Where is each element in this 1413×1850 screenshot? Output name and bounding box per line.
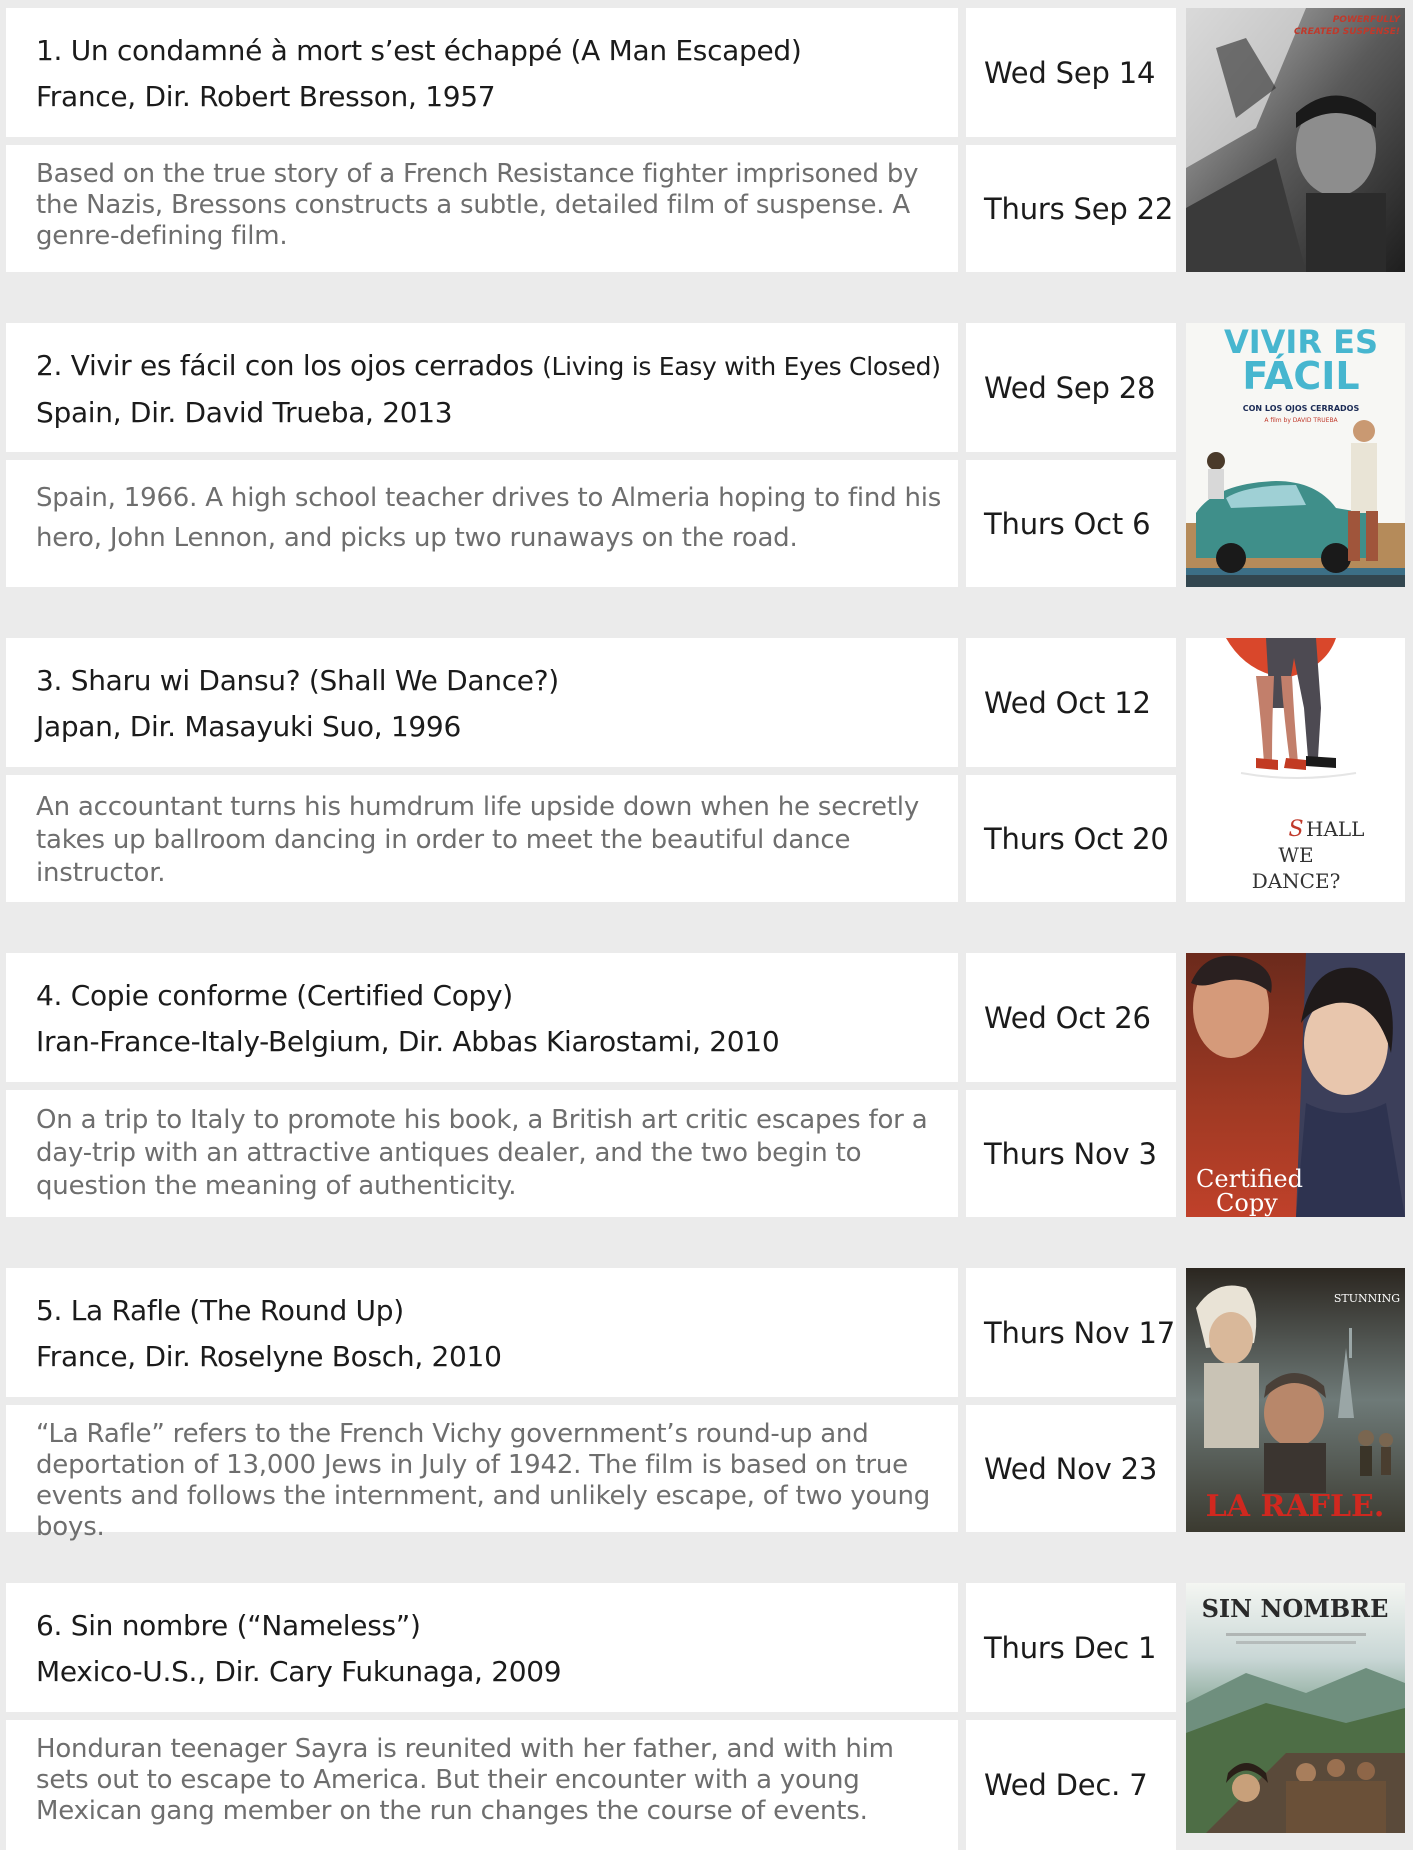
poster-image: Certified Copy: [1186, 953, 1405, 1217]
film-description: Honduran teenager Sayra is reunited with…: [36, 1734, 894, 1826]
film-schedule: 1. Un condamné à mort s’est échappé (A M…: [0, 0, 1413, 1850]
poster-image: S HALL WE DANCE?: [1186, 638, 1405, 902]
film-description: “La Rafle” refers to the French Vichy go…: [36, 1419, 931, 1542]
film-entry-2: 2. Vivir es fácil con los ojos cerrados …: [0, 323, 1413, 587]
film-title-text: 6. Sin nombre (“Nameless”): [36, 1609, 421, 1642]
screening-date-2: Wed Dec. 7: [966, 1720, 1176, 1850]
screening-date-2: Thurs Oct 6: [966, 460, 1176, 587]
film-title-box: 2. Vivir es fácil con los ojos cerrados …: [6, 323, 958, 452]
screening-date-2: Thurs Nov 3: [966, 1090, 1176, 1217]
film-title: 4. Copie conforme (Certified Copy): [36, 973, 936, 1019]
film-meta: France, Dir. Roselyne Bosch, 2010: [36, 1340, 502, 1373]
screening-date-text: Thurs Oct 20: [984, 821, 1169, 856]
screening-date-text: Thurs Nov 3: [984, 1136, 1157, 1171]
poster-lettering: LA RAFLE.: [1206, 1489, 1385, 1524]
poster-shall-we-dance: S HALL WE DANCE?: [1186, 638, 1405, 902]
film-title: 5. La Rafle (The Round Up): [36, 1288, 936, 1334]
film-entry-5: 5. La Rafle (The Round Up) France, Dir. …: [0, 1268, 1413, 1542]
poster-certified-copy: Certified Copy: [1186, 953, 1405, 1217]
poster-a-man-escaped: POWERFULLY CREATED SUSPENSE!: [1186, 8, 1405, 272]
screening-date-text: Wed Oct 26: [984, 1000, 1151, 1035]
screening-date-1: Wed Sep 28: [966, 323, 1176, 452]
film-entry-4: 4. Copie conforme (Certified Copy) Iran-…: [0, 953, 1413, 1217]
poster-lettering: WE: [1278, 843, 1313, 867]
screening-date-1: Wed Oct 26: [966, 953, 1176, 1082]
screening-date-text: Thurs Sep 22: [984, 191, 1174, 226]
screening-date-text: Wed Sep 28: [984, 370, 1156, 405]
film-description-box: An accountant turns his humdrum life ups…: [6, 775, 958, 902]
film-title-english: (Living is Easy with Eyes Closed): [542, 352, 941, 381]
film-description-box: On a trip to Italy to promote his book, …: [6, 1090, 958, 1217]
film-title-box: 4. Copie conforme (Certified Copy) Iran-…: [6, 953, 958, 1082]
film-title-text: 5. La Rafle (The Round Up): [36, 1294, 404, 1327]
poster-lettering: Copy: [1216, 1189, 1278, 1217]
film-meta: Mexico-U.S., Dir. Cary Fukunaga, 2009: [36, 1655, 562, 1688]
screening-date-text: Wed Dec. 7: [984, 1768, 1148, 1802]
poster-sin-nombre: SIN NOMBRE: [1186, 1583, 1405, 1833]
screening-date-text: Wed Sep 14: [984, 55, 1156, 90]
screening-date-1: Wed Oct 12: [966, 638, 1176, 767]
poster-lettering: S: [1288, 817, 1303, 842]
poster-image: POWERFULLY CREATED SUSPENSE!: [1186, 8, 1405, 272]
screening-date-text: Thurs Dec 1: [984, 1630, 1157, 1665]
film-title-text: 1. Un condamné à mort s’est échappé (A M…: [36, 34, 802, 67]
film-description-box: Honduran teenager Sayra is reunited with…: [6, 1720, 958, 1850]
film-title: 3. Sharu wi Dansu? (Shall We Dance?): [36, 658, 936, 704]
film-entry-6: 6. Sin nombre (“Nameless”) Mexico-U.S., …: [0, 1583, 1413, 1850]
screening-date-1: Thurs Dec 1: [966, 1583, 1176, 1712]
film-description-box: “La Rafle” refers to the French Vichy go…: [6, 1405, 958, 1542]
film-meta: France, Dir. Robert Bresson, 1957: [36, 80, 496, 113]
film-title-text: 3. Sharu wi Dansu? (Shall We Dance?): [36, 664, 559, 697]
poster-image: VIVIR ES FÁCIL CON LOS OJOS CERRADOS A f…: [1186, 323, 1405, 587]
film-title-box: 5. La Rafle (The Round Up) France, Dir. …: [6, 1268, 958, 1397]
film-entry-3: 3. Sharu wi Dansu? (Shall We Dance?) Jap…: [0, 638, 1413, 902]
film-title-text: 4. Copie conforme (Certified Copy): [36, 979, 513, 1012]
film-title: 2. Vivir es fácil con los ojos cerrados …: [36, 343, 941, 390]
poster-vivir-es-facil: VIVIR ES FÁCIL CON LOS OJOS CERRADOS A f…: [1186, 323, 1405, 587]
film-title: 6. Sin nombre (“Nameless”): [36, 1603, 936, 1649]
poster-lettering: HALL: [1306, 817, 1364, 841]
screening-date-text: Wed Nov 23: [984, 1451, 1158, 1486]
poster-lettering: DANCE?: [1252, 869, 1341, 893]
screening-date-text: Wed Oct 12: [984, 685, 1151, 720]
film-description: Based on the true story of a French Resi…: [36, 159, 919, 251]
film-description-box: Based on the true story of a French Resi…: [6, 145, 958, 272]
film-title-box: 3. Sharu wi Dansu? (Shall We Dance?) Jap…: [6, 638, 958, 767]
screening-date-1: Thurs Nov 17: [966, 1268, 1176, 1397]
poster-image: SIN NOMBRE: [1186, 1583, 1405, 1833]
poster-lettering: STUNNING: [1334, 1292, 1400, 1305]
film-title-text: 2. Vivir es fácil con los ojos cerrados: [36, 349, 534, 382]
screening-date-2: Thurs Oct 20: [966, 775, 1176, 902]
film-description: An accountant turns his humdrum life ups…: [36, 792, 920, 888]
film-meta: Iran-France-Italy-Belgium, Dir. Abbas Ki…: [36, 1025, 780, 1058]
screening-date-2: Wed Nov 23: [966, 1405, 1176, 1532]
film-meta: Japan, Dir. Masayuki Suo, 1996: [36, 710, 461, 743]
film-description: On a trip to Italy to promote his book, …: [36, 1105, 928, 1201]
film-entry-1: 1. Un condamné à mort s’est échappé (A M…: [0, 8, 1413, 272]
film-description: Spain, 1966. A high school teacher drive…: [36, 483, 942, 553]
poster-lettering: POWERFULLY: [1333, 15, 1402, 25]
poster-image: STUNNING LA RAFLE.: [1186, 1268, 1405, 1532]
poster-lettering: CON LOS OJOS CERRADOS: [1243, 404, 1360, 413]
poster-lettering: FÁCIL: [1242, 354, 1359, 398]
screening-date-1: Wed Sep 14: [966, 8, 1176, 137]
screening-date-text: Thurs Oct 6: [984, 506, 1151, 541]
film-meta: Spain, Dir. David Trueba, 2013: [36, 396, 453, 429]
poster-lettering: SIN NOMBRE: [1202, 1594, 1389, 1623]
screening-date-text: Thurs Nov 17: [984, 1315, 1176, 1350]
poster-la-rafle: STUNNING LA RAFLE.: [1186, 1268, 1405, 1532]
film-description-box: Spain, 1966. A high school teacher drive…: [6, 460, 958, 587]
poster-lettering: CREATED SUSPENSE!: [1294, 27, 1400, 37]
film-title-box: 1. Un condamné à mort s’est échappé (A M…: [6, 8, 958, 137]
film-title-box: 6. Sin nombre (“Nameless”) Mexico-U.S., …: [6, 1583, 958, 1712]
screening-date-2: Thurs Sep 22: [966, 145, 1176, 272]
film-title: 1. Un condamné à mort s’est échappé (A M…: [36, 28, 936, 74]
poster-lettering: A film by DAVID TRUEBA: [1264, 417, 1338, 424]
